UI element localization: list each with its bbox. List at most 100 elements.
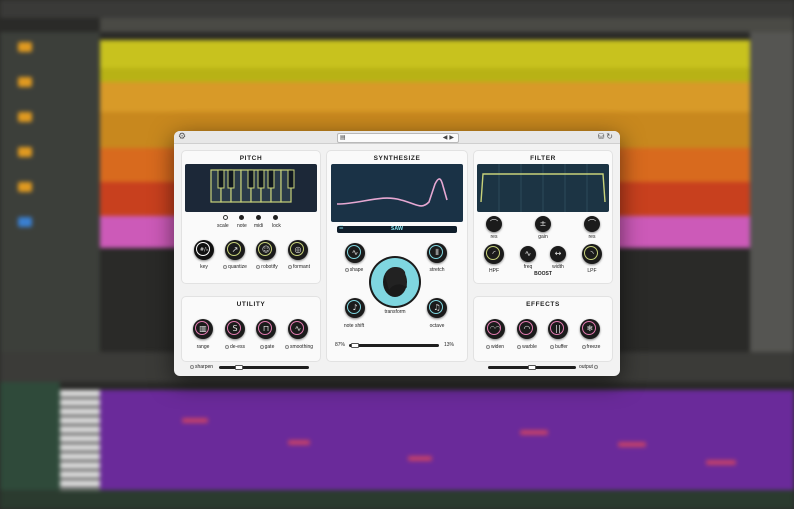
keyboard-svg	[210, 169, 295, 203]
preset-selector[interactable]: ▤ ◀▶	[337, 133, 459, 143]
warble-text: warble	[522, 344, 537, 350]
menu-icon[interactable]: ▤	[340, 134, 346, 142]
shape-toggle[interactable]	[344, 267, 349, 272]
warble-toggle[interactable]	[517, 344, 522, 349]
output-toggle[interactable]	[594, 364, 599, 369]
shape-icon: ∿	[351, 248, 359, 257]
output-slider-thumb[interactable]	[528, 365, 536, 370]
buffer-toggle[interactable]	[550, 344, 555, 349]
widen-knob[interactable]: ◠◠	[485, 319, 505, 339]
octave-icon: ♫	[433, 303, 441, 312]
width-knob[interactable]: ↔	[550, 246, 566, 262]
hpf-icon: ◜	[492, 249, 496, 258]
gate-knob[interactable]: ⊓	[256, 319, 276, 339]
note-shift-knob[interactable]: ♪	[345, 298, 365, 318]
synthesize-title: SYNTHESIZE	[373, 155, 421, 162]
stretch-knob[interactable]: ⫴	[427, 243, 447, 263]
freeze-toggle[interactable]	[581, 344, 586, 349]
de-ess-text: de-ess	[229, 344, 245, 350]
robotify-toggle[interactable]	[256, 264, 261, 269]
keyboard-display[interactable]	[185, 164, 317, 212]
filter-graph-svg	[480, 164, 606, 212]
buffer-knob[interactable]: ||	[548, 319, 568, 339]
smoothing-toggle[interactable]	[284, 344, 289, 349]
waveform-selector[interactable]: ☰ SAW	[337, 225, 457, 233]
quantize-toggle[interactable]	[223, 264, 228, 269]
sharpen-toggle[interactable]	[190, 364, 194, 369]
transform-knob[interactable]	[371, 258, 419, 306]
effects-panel: EFFECTS ◠◠ widen ◠ warble || buffer ❄ fr…	[474, 297, 612, 361]
stretch-label: stretch	[429, 267, 445, 273]
track-icon	[18, 182, 32, 192]
window-controls[interactable]: ⛁↻	[598, 132, 615, 142]
waveform-name: SAW	[390, 227, 404, 232]
freeze-knob[interactable]: ❄	[580, 319, 600, 339]
waveform-svg	[336, 178, 448, 207]
midi-label: midi	[254, 223, 264, 229]
key-knob[interactable]: #/♭	[194, 240, 214, 260]
note-radio[interactable]	[239, 215, 244, 220]
key-mode-options: scale note midi lock	[217, 215, 283, 231]
gain-label: gain	[538, 234, 548, 240]
sharpen-slider-thumb[interactable]	[235, 365, 243, 370]
shape-knob[interactable]: ∿	[345, 243, 365, 263]
gate-text: gate	[264, 344, 275, 350]
smoothing-icon: ∿	[294, 324, 302, 333]
mix-left-value: 87%	[335, 342, 346, 348]
warble-knob[interactable]: ◠	[517, 319, 537, 339]
de-ess-knob[interactable]: S	[225, 319, 245, 339]
output-slider[interactable]	[488, 365, 576, 370]
smoothing-knob[interactable]: ∿	[288, 319, 308, 339]
save-icon[interactable]: ⛁	[598, 132, 607, 141]
buffer-icon: ||	[555, 324, 561, 333]
piano-keys	[60, 390, 100, 490]
quantize-knob[interactable]: ↗	[225, 240, 245, 260]
robotify-knob[interactable]: ☺	[256, 240, 276, 260]
warble-label: warble	[510, 344, 544, 350]
mix-slider-thumb[interactable]	[351, 343, 359, 348]
de-ess-toggle[interactable]	[224, 344, 229, 349]
track-icon	[18, 217, 32, 227]
octave-knob[interactable]: ♫	[427, 298, 447, 318]
octave-label: octave	[429, 323, 445, 329]
formant-toggle[interactable]	[288, 264, 293, 269]
hpf-res-knob[interactable]: ⌒	[486, 216, 502, 232]
filter-title: FILTER	[530, 155, 556, 162]
lpf-knob[interactable]: ◝	[582, 244, 602, 264]
widen-toggle[interactable]	[485, 344, 490, 349]
lock-radio[interactable]	[273, 215, 278, 220]
key-icon: #/♭	[199, 247, 209, 253]
reset-icon[interactable]: ↻	[606, 132, 615, 141]
widen-icon: ◠◠	[489, 325, 501, 332]
filter-display[interactable]	[477, 164, 609, 212]
sharpen-slider[interactable]	[219, 365, 309, 370]
range-knob[interactable]: ▥	[193, 319, 213, 339]
hpf-label: HPF	[489, 268, 499, 274]
hpf-knob[interactable]: ◜	[484, 244, 504, 264]
gain-knob[interactable]: ±	[535, 216, 551, 232]
lpf-res-knob[interactable]: ⌒	[584, 216, 600, 232]
midi-note	[618, 442, 646, 447]
freq-icon: ∿	[524, 249, 532, 258]
preset-nav[interactable]: ◀▶	[443, 134, 456, 142]
settings-gear-icon[interactable]: ⚙	[178, 132, 188, 142]
robotify-label: robotify	[250, 264, 284, 270]
gate-toggle[interactable]	[259, 344, 264, 349]
freq-knob[interactable]: ∿	[520, 246, 536, 262]
lock-label: lock	[272, 223, 281, 229]
utility-title: UTILITY	[236, 301, 266, 308]
piano-roll	[100, 390, 794, 490]
boost-label: BOOST	[534, 271, 552, 277]
track-icon	[18, 112, 32, 122]
synth-waveform-display[interactable]	[331, 164, 463, 222]
widen-label: widen	[479, 344, 511, 350]
face-icon	[383, 267, 407, 297]
smoothing-label: smoothing	[280, 344, 318, 350]
daw-timeline-ruler	[100, 18, 794, 32]
scale-radio[interactable]	[223, 215, 228, 220]
mix-slider[interactable]	[349, 343, 439, 348]
midi-radio[interactable]	[256, 215, 261, 220]
formant-knob[interactable]: ◎	[288, 240, 308, 260]
robotify-icon: ☺	[261, 245, 271, 254]
next-preset-icon[interactable]: ▶	[449, 134, 456, 141]
